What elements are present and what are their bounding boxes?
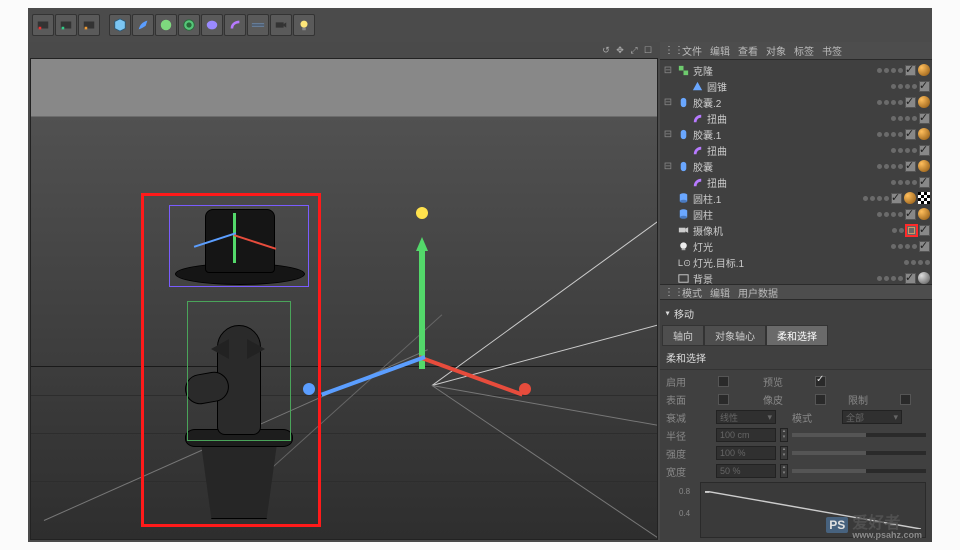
- om-item[interactable]: 圆柱: [660, 206, 932, 222]
- light-icon[interactable]: [293, 14, 315, 36]
- om-item[interactable]: ⊟胶囊.1: [660, 126, 932, 142]
- surface-checkbox[interactable]: [718, 394, 729, 405]
- ground-grid: [31, 59, 657, 539]
- vp-layout-icon[interactable]: ☐: [642, 44, 654, 56]
- tab-soft-selection[interactable]: 柔和选择: [766, 325, 828, 346]
- am-tabs: 轴向 对象轴心 柔和选择: [660, 325, 932, 346]
- camera-icon[interactable]: [270, 14, 292, 36]
- attribute-manager-menu: ⋮⋮ 模式 编辑 用户数据: [660, 284, 932, 300]
- am-menu-mode[interactable]: 模式: [682, 285, 702, 300]
- om-item[interactable]: L⊙灯光.目标.1: [660, 254, 932, 270]
- subd-icon[interactable]: [155, 14, 177, 36]
- om-menu-edit[interactable]: 编辑: [710, 43, 730, 58]
- radius-input[interactable]: 100 cm: [716, 428, 776, 442]
- om-menu-tags[interactable]: 标签: [794, 43, 814, 58]
- main-toolbar: [28, 8, 932, 42]
- radius-label: 半径: [666, 428, 712, 443]
- om-item[interactable]: ⊟胶囊: [660, 158, 932, 174]
- om-menu-file[interactable]: 文件: [682, 43, 702, 58]
- om-menu-bookmarks[interactable]: 书签: [822, 43, 842, 58]
- edge-label: 像皮: [763, 392, 809, 407]
- tab-axis[interactable]: 轴向: [662, 325, 704, 346]
- width-label: 宽度: [666, 464, 712, 479]
- falloff-label: 衰减: [666, 410, 712, 425]
- am-menu-userdata[interactable]: 用户数据: [738, 285, 778, 300]
- width-slider[interactable]: [792, 469, 926, 473]
- svg-text:L⊙: L⊙: [678, 258, 690, 268]
- surface-label: 表面: [666, 392, 712, 407]
- vp-pan-icon[interactable]: ✥: [614, 44, 626, 56]
- viewport[interactable]: [30, 58, 658, 540]
- om-item[interactable]: 背景: [660, 270, 932, 284]
- bend-icon[interactable]: [224, 14, 246, 36]
- radius-spinner[interactable]: ▴▾: [780, 428, 788, 442]
- enable-checkbox[interactable]: [718, 376, 729, 387]
- boole-icon[interactable]: [201, 14, 223, 36]
- om-item[interactable]: 圆柱.1: [660, 190, 932, 206]
- anim2-icon[interactable]: [55, 14, 77, 36]
- om-menu-objects[interactable]: 对象: [766, 43, 786, 58]
- watermark-ps-icon: PS: [826, 517, 848, 533]
- viewport-header: ↺ ✥ ⤢ ☐: [30, 42, 658, 58]
- preview-label: 预览: [763, 374, 809, 389]
- limit-checkbox[interactable]: [900, 394, 911, 405]
- axis-y-handle[interactable]: [416, 207, 428, 219]
- om-item[interactable]: 圆锥: [660, 78, 932, 94]
- viewport-panel: ↺ ✥ ⤢ ☐: [28, 42, 660, 542]
- om-item[interactable]: 扭曲: [660, 174, 932, 190]
- width-input[interactable]: 50 %: [716, 464, 776, 478]
- anim1-icon[interactable]: [32, 14, 54, 36]
- om-item[interactable]: 摄像机: [660, 222, 932, 238]
- soft-selection-section: 柔和选择: [660, 346, 932, 370]
- strength-slider[interactable]: [792, 451, 926, 455]
- watermark: PS 爱好者 www.psahz.com: [826, 509, 922, 540]
- axis-x-handle[interactable]: [519, 383, 531, 395]
- app-frame: ↺ ✥ ⤢ ☐: [28, 8, 932, 542]
- width-spinner[interactable]: ▴▾: [780, 464, 788, 478]
- attribute-manager-body: 移动 轴向 对象轴心 柔和选择 柔和选择 启用 预览: [660, 300, 932, 542]
- mode-label: 模式: [792, 410, 838, 425]
- watermark-url: www.psahz.com: [852, 531, 922, 540]
- object-manager-tree[interactable]: ⊟克隆圆锥⊟胶囊.2扭曲⊟胶囊.1扭曲⊟胶囊扭曲圆柱.1圆柱摄像机灯光L⊙灯光.…: [660, 60, 932, 284]
- tab-object-axis[interactable]: 对象轴心: [704, 325, 766, 346]
- edge-checkbox[interactable]: [815, 394, 826, 405]
- enable-label: 启用: [666, 374, 712, 389]
- om-item[interactable]: ⊟克隆: [660, 62, 932, 78]
- om-item[interactable]: ⊟胶囊.2: [660, 94, 932, 110]
- limit-label: 限制: [848, 392, 894, 407]
- am-title: 移动: [660, 302, 932, 325]
- am-menu-edit[interactable]: 编辑: [710, 285, 730, 300]
- strength-spinner[interactable]: ▴▾: [780, 446, 788, 460]
- vp-zoom-icon[interactable]: ⤢: [628, 44, 640, 56]
- floor-icon[interactable]: [247, 14, 269, 36]
- scene-object[interactable]: [163, 209, 313, 519]
- mode-select[interactable]: 全部▾: [842, 410, 902, 424]
- strength-input[interactable]: 100 %: [716, 446, 776, 460]
- object-manager-menu: ⋮⋮ 文件 编辑 查看 对象 标签 书签: [660, 42, 932, 60]
- anim3-icon[interactable]: [78, 14, 100, 36]
- falloff-select[interactable]: 线性▾: [716, 410, 776, 424]
- preview-checkbox[interactable]: [815, 376, 826, 387]
- om-item[interactable]: 扭曲: [660, 142, 932, 158]
- pen-icon[interactable]: [132, 14, 154, 36]
- om-item[interactable]: 灯光: [660, 238, 932, 254]
- om-menu-view[interactable]: 查看: [738, 43, 758, 58]
- vp-orbit-icon[interactable]: ↺: [600, 44, 612, 56]
- strength-label: 强度: [666, 446, 712, 461]
- main-area: ↺ ✥ ⤢ ☐: [28, 42, 932, 542]
- om-item[interactable]: 扭曲: [660, 110, 932, 126]
- radius-slider[interactable]: [792, 433, 926, 437]
- extrude-icon[interactable]: [178, 14, 200, 36]
- cube-icon[interactable]: [109, 14, 131, 36]
- right-panels: ⋮⋮ 文件 编辑 查看 对象 标签 书签 ⊟克隆圆锥⊟胶囊.2扭曲⊟胶囊.1扭曲…: [660, 42, 932, 542]
